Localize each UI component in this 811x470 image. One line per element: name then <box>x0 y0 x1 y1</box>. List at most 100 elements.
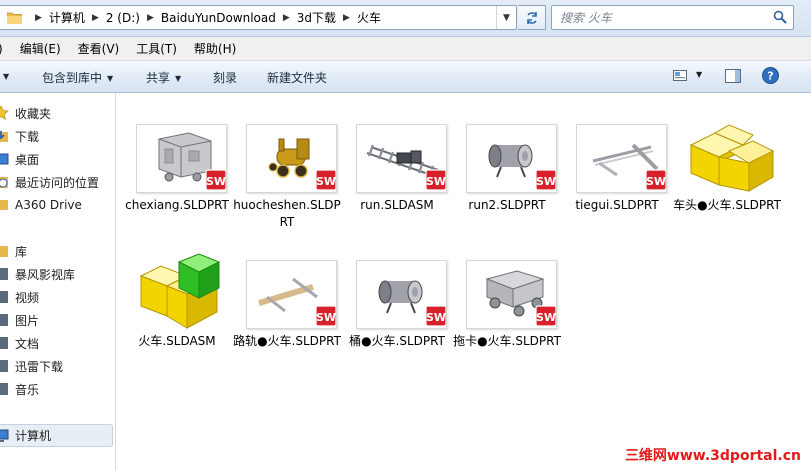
nav-a360[interactable]: A360 Drive <box>0 195 82 215</box>
documents-library-icon <box>0 337 8 349</box>
breadcrumb-separator-icon[interactable]: ▶ <box>336 13 357 23</box>
file-item-tong[interactable]: SW 桶●火车.SLDPRT <box>343 260 451 370</box>
yellow-green-blocks-icon <box>137 252 227 330</box>
nav-favorites[interactable]: 收藏夹 <box>0 103 51 123</box>
menu-file-edge[interactable]: ) <box>0 42 3 56</box>
nav-pictures-label: 图片 <box>15 313 40 328</box>
file-name: tiegui.SLDPRT <box>575 198 659 212</box>
search-input[interactable] <box>560 10 760 25</box>
file-name: huocheshen.SLDPRT <box>233 198 341 229</box>
wagon-thumbnail: SW <box>466 260 557 329</box>
file-name: run2.SLDPRT <box>468 198 546 212</box>
breadcrumb-separator-icon[interactable]: ▶ <box>140 13 161 23</box>
menu-edit[interactable]: 编辑(E) <box>20 40 61 57</box>
file-item-run-asm[interactable]: SW run.SLDASM <box>343 124 451 234</box>
file-item-huocheshen[interactable]: SW huocheshen.SLDPRT <box>233 124 341 234</box>
file-item-huoche-asm[interactable]: 火车.SLDASM <box>123 253 231 370</box>
solidworks-part-icon: SW <box>315 305 336 327</box>
breadcrumb-baidu[interactable]: BaiduYunDownload <box>161 11 276 25</box>
nav-documents[interactable]: 文档 <box>0 333 39 353</box>
a360-drive-icon <box>0 200 8 210</box>
breadcrumb-separator-icon[interactable]: ▶ <box>28 13 49 23</box>
file-name: 车头●火车.SLDPRT <box>673 198 781 212</box>
chevron-down-icon: ▼ <box>107 74 114 83</box>
file-name: 桶●火车.SLDPRT <box>349 334 445 348</box>
search-box[interactable] <box>551 5 794 30</box>
file-item-lugui[interactable]: SW 路轨●火车.SLDPRT <box>233 260 341 370</box>
nav-favorites-label: 收藏夹 <box>15 106 52 121</box>
breadcrumb: ▶ 计算机 ▶ 2 (D:) ▶ BaiduYunDownload ▶ 3d下载… <box>0 6 381 29</box>
nav-music-label: 音乐 <box>15 382 40 397</box>
refresh-arrows-icon <box>526 11 537 24</box>
nav-storm-library[interactable]: 暴风影视库 <box>0 264 75 284</box>
solidworks-part-icon: SW <box>645 169 666 191</box>
breadcrumb-separator-icon[interactable]: ▶ <box>276 13 297 23</box>
burn-button[interactable]: 刻录 <box>213 69 237 86</box>
pictures-library-icon <box>0 314 8 326</box>
svg-text:SW: SW <box>536 311 556 324</box>
refresh-icon[interactable] <box>518 5 546 30</box>
nav-recent[interactable]: 最近访问的位置 <box>0 172 99 192</box>
nav-pictures[interactable]: 图片 <box>0 310 39 330</box>
svg-text:SW: SW <box>316 175 336 188</box>
nav-video[interactable]: 视频 <box>0 287 39 307</box>
change-view-icon[interactable] <box>673 70 687 81</box>
nav-documents-label: 文档 <box>15 336 40 351</box>
file-item-tiegui[interactable]: SW tiegui.SLDPRT <box>563 124 671 234</box>
nav-downloads[interactable]: 下载 <box>0 126 39 146</box>
menu-bar: ) 编辑(E) 查看(V) 工具(T) 帮助(H) <box>0 37 811 61</box>
sw-generic-part-icon <box>689 124 775 192</box>
new-folder-button[interactable]: 新建文件夹 <box>267 69 327 86</box>
nav-video-label: 视频 <box>15 290 40 305</box>
nav-music[interactable]: 音乐 <box>0 379 39 399</box>
file-item-chexiang[interactable]: SW chexiang.SLDPRT <box>123 124 231 234</box>
search-icon[interactable] <box>773 10 787 24</box>
menu-view[interactable]: 查看(V) <box>78 40 120 57</box>
solidworks-part-icon: SW <box>205 169 226 191</box>
watermark-text: 三维网www.3dportal.cn <box>624 448 801 464</box>
svg-text:SW: SW <box>316 311 336 324</box>
nav-computer[interactable]: 计算机 <box>0 424 113 447</box>
chevron-down-icon[interactable]: ▼ <box>496 6 516 29</box>
file-item-run2[interactable]: SW run2.SLDPRT <box>453 124 561 234</box>
menu-help[interactable]: 帮助(H) <box>194 40 236 57</box>
nav-libraries[interactable]: 库 <box>0 241 27 261</box>
nav-desktop[interactable]: 桌面 <box>0 149 39 169</box>
track-thumbnail: SW <box>356 124 447 193</box>
menu-tools[interactable]: 工具(T) <box>136 40 177 57</box>
nav-a360-label: A360 Drive <box>15 198 82 212</box>
nav-recent-label: 最近访问的位置 <box>15 175 100 190</box>
address-bar[interactable]: ▶ 计算机 ▶ 2 (D:) ▶ BaiduYunDownload ▶ 3d下载… <box>0 5 517 30</box>
solidworks-assembly-icon: SW <box>425 169 446 191</box>
organize-caret-icon[interactable]: ▼ <box>0 69 9 83</box>
solidworks-part-icon: SW <box>425 305 446 327</box>
file-name: run.SLDASM <box>360 198 434 212</box>
file-item-tuoka[interactable]: SW 拖卡●火车.SLDPRT <box>453 260 561 370</box>
computer-icon <box>0 429 9 442</box>
solidworks-part-icon: SW <box>535 169 556 191</box>
share-button[interactable]: 共享 ▼ <box>146 69 181 86</box>
breadcrumb-train[interactable]: 火车 <box>357 9 381 26</box>
breadcrumb-3d-download[interactable]: 3d下载 <box>297 9 336 26</box>
help-icon[interactable]: ? <box>762 67 779 84</box>
recent-places-icon <box>0 177 8 188</box>
file-name: 拖卡●火车.SLDPRT <box>453 334 561 348</box>
preview-pane-icon[interactable] <box>725 69 741 83</box>
svg-text:SW: SW <box>646 175 666 188</box>
svg-text:?: ? <box>767 70 773 83</box>
breadcrumb-separator-icon[interactable]: ▶ <box>85 13 106 23</box>
svg-text:SW: SW <box>536 175 556 188</box>
storm-library-icon <box>0 268 8 280</box>
svg-text:SW: SW <box>206 175 226 188</box>
nav-computer-label: 计算机 <box>15 429 52 443</box>
include-in-library-label: 包含到库中 <box>42 71 103 85</box>
music-library-icon <box>0 383 8 395</box>
breadcrumb-computer[interactable]: 计算机 <box>49 9 85 26</box>
breadcrumb-drive[interactable]: 2 (D:) <box>106 11 140 25</box>
file-item-chetou[interactable]: 车头●火车.SLDPRT <box>673 124 781 234</box>
nav-thunder[interactable]: 迅雷下载 <box>0 356 63 376</box>
file-list[interactable]: SW chexiang.SLDPRT SW huocheshen.SLDPRT <box>117 93 811 470</box>
barrel-thumbnail: SW <box>356 260 447 329</box>
chevron-down-icon[interactable]: ▼ <box>696 70 702 79</box>
include-in-library-button[interactable]: 包含到库中 ▼ <box>42 69 113 86</box>
